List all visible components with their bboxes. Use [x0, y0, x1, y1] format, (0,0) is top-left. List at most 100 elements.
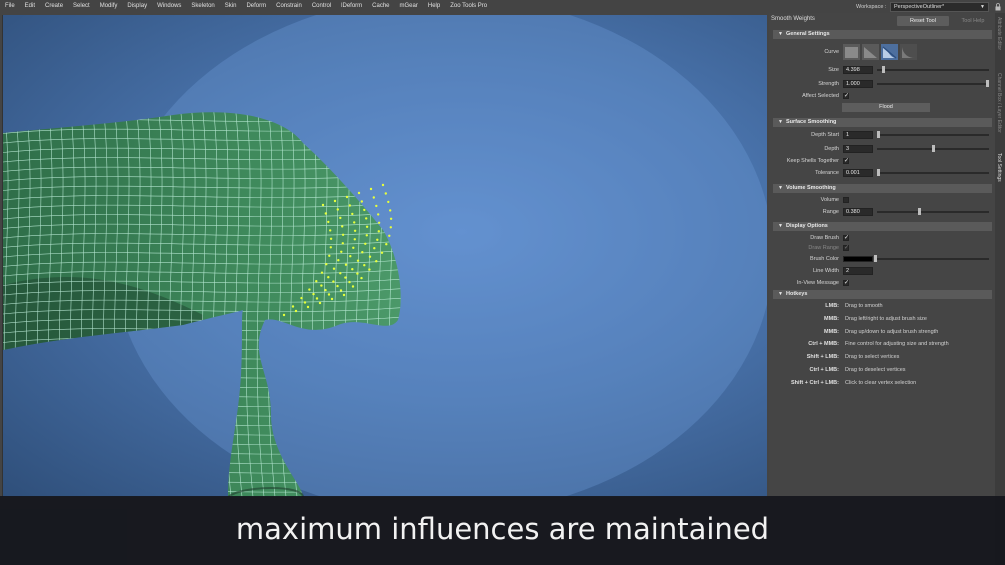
workspace-dropdown[interactable]: PerspectiveOutliner* ▼: [890, 2, 989, 12]
curve-spike-icon: [902, 47, 915, 58]
section-general-settings[interactable]: ▼ General Settings: [773, 30, 992, 39]
strength-field[interactable]: 1.000: [843, 80, 873, 88]
selected-vertex: [375, 260, 378, 263]
hotkey-description: Drag up/down to adjust brush strength: [845, 328, 939, 335]
range-slider[interactable]: [877, 211, 989, 213]
size-slider[interactable]: [877, 69, 989, 71]
selected-vertex: [385, 243, 388, 246]
menu-ldeform[interactable]: lDeform: [336, 0, 367, 12]
selected-vertex: [332, 267, 336, 270]
menu-edit[interactable]: Edit: [20, 0, 40, 12]
draw-range-checkbox[interactable]: ✓: [843, 245, 849, 251]
line-width-label: Line Width: [813, 268, 839, 274]
selected-vertex: [308, 288, 311, 291]
viewport-3d[interactable]: [2, 15, 767, 497]
curve-smooth-button[interactable]: [881, 44, 898, 60]
hotkey-description: Drag to smooth: [845, 303, 883, 309]
curve-spike-button[interactable]: [900, 44, 917, 60]
selected-vertex: [345, 195, 349, 199]
selected-vertex: [377, 213, 380, 216]
menu-constrain[interactable]: Constrain: [271, 0, 307, 12]
in-view-message-checkbox[interactable]: ✓: [843, 280, 849, 286]
depth-start-slider[interactable]: [877, 134, 989, 136]
selected-vertex: [351, 212, 354, 216]
hotkey-description: Fine control for adjusting size and stre…: [845, 341, 949, 348]
selected-vertex: [368, 255, 372, 258]
menu-zoo-tools-pro[interactable]: Zoo Tools Pro: [445, 0, 492, 12]
strength-slider-thumb[interactable]: [986, 80, 989, 87]
strength-slider[interactable]: [877, 83, 989, 85]
selected-vertex: [353, 229, 357, 232]
menu-mgear[interactable]: mGear: [395, 0, 423, 12]
menu-deform[interactable]: Deform: [241, 0, 271, 12]
menu-help[interactable]: Help: [423, 0, 445, 12]
section-display-options[interactable]: ▼ Display Options: [773, 222, 992, 231]
menu-skeleton[interactable]: Skeleton: [186, 0, 219, 12]
tolerance-slider[interactable]: [877, 172, 989, 174]
range-field[interactable]: 0.380: [843, 208, 873, 216]
section-volume-smoothing[interactable]: ▼ Volume Smoothing: [773, 184, 992, 193]
menu-cache[interactable]: Cache: [367, 0, 394, 12]
collapse-triangle-icon: ▼: [778, 223, 783, 229]
selected-vertex: [294, 309, 298, 313]
brush-color-swatch[interactable]: [843, 256, 873, 262]
affect-selected-checkbox[interactable]: ✓: [843, 93, 849, 99]
character-mesh: [3, 15, 767, 497]
brush-color-slider-thumb[interactable]: [874, 255, 877, 262]
tolerance-label: Tolerance: [815, 170, 839, 176]
lock-icon[interactable]: [994, 3, 1002, 11]
chevron-down-icon: ▼: [980, 4, 985, 10]
depth-field[interactable]: 3: [843, 145, 873, 153]
selected-vertex: [328, 254, 331, 257]
range-slider-thumb[interactable]: [918, 208, 922, 215]
depth-label: Depth: [824, 146, 839, 152]
menu-skin[interactable]: Skin: [220, 0, 242, 12]
depth-slider-thumb[interactable]: [931, 145, 935, 152]
menu-display[interactable]: Display: [122, 0, 152, 12]
range-label: Range: [822, 209, 839, 215]
selected-vertex: [321, 203, 325, 207]
selected-vertex: [364, 242, 367, 245]
keep-shells-checkbox[interactable]: ✓: [843, 158, 849, 164]
menu-file[interactable]: File: [0, 0, 20, 12]
menu-modify[interactable]: Modify: [95, 0, 123, 12]
section-hotkeys[interactable]: ▼ Hotkeys: [773, 290, 992, 299]
depth-start-field[interactable]: 1: [843, 131, 873, 139]
section-label: Volume Smoothing: [786, 185, 836, 191]
size-field[interactable]: 4.398: [843, 66, 873, 74]
selected-vertex: [344, 276, 347, 279]
selected-vertex: [315, 297, 319, 300]
curve-flat-button[interactable]: [843, 44, 860, 60]
line-width-field[interactable]: 2: [843, 267, 873, 275]
selected-vertex: [360, 200, 363, 203]
curve-linear-button[interactable]: [862, 44, 879, 60]
size-slider-thumb[interactable]: [882, 66, 886, 73]
collapse-triangle-icon: ▼: [778, 291, 783, 297]
side-tab-channel-box-layer-editor[interactable]: Channel Box / Layer Editor: [996, 73, 1002, 133]
selected-vertex: [365, 234, 368, 237]
brush-color-slider[interactable]: [877, 258, 989, 260]
selected-vertex: [365, 217, 368, 220]
flood-button[interactable]: Flood: [842, 103, 930, 112]
tool-help-button[interactable]: Tool Help: [951, 16, 995, 26]
section-label: Display Options: [786, 223, 828, 229]
selected-vertex: [341, 225, 344, 228]
depth-start-slider-thumb[interactable]: [877, 131, 880, 138]
selected-vertex: [351, 268, 354, 271]
menu-create[interactable]: Create: [40, 0, 68, 12]
hotkey-description: Drag left/right to adjust brush size: [845, 315, 927, 322]
menu-select[interactable]: Select: [68, 0, 95, 12]
menu-control[interactable]: Control: [307, 0, 336, 12]
section-surface-smoothing[interactable]: ▼ Surface Smoothing: [773, 118, 992, 127]
tolerance-field[interactable]: 0.001: [843, 169, 873, 177]
tolerance-slider-thumb[interactable]: [877, 169, 880, 176]
draw-brush-checkbox[interactable]: ✓: [843, 235, 849, 241]
selected-vertex: [341, 233, 345, 236]
menu-windows[interactable]: Windows: [152, 0, 186, 12]
side-tab-tool-settings[interactable]: Tool Settings: [996, 153, 1002, 182]
side-tab-attribute-editor[interactable]: Attribute Editor: [996, 17, 1002, 50]
selected-vertex: [388, 234, 391, 237]
selected-vertex: [318, 301, 322, 305]
reset-tool-button[interactable]: Reset Tool: [897, 16, 949, 26]
volume-checkbox[interactable]: [843, 197, 849, 203]
